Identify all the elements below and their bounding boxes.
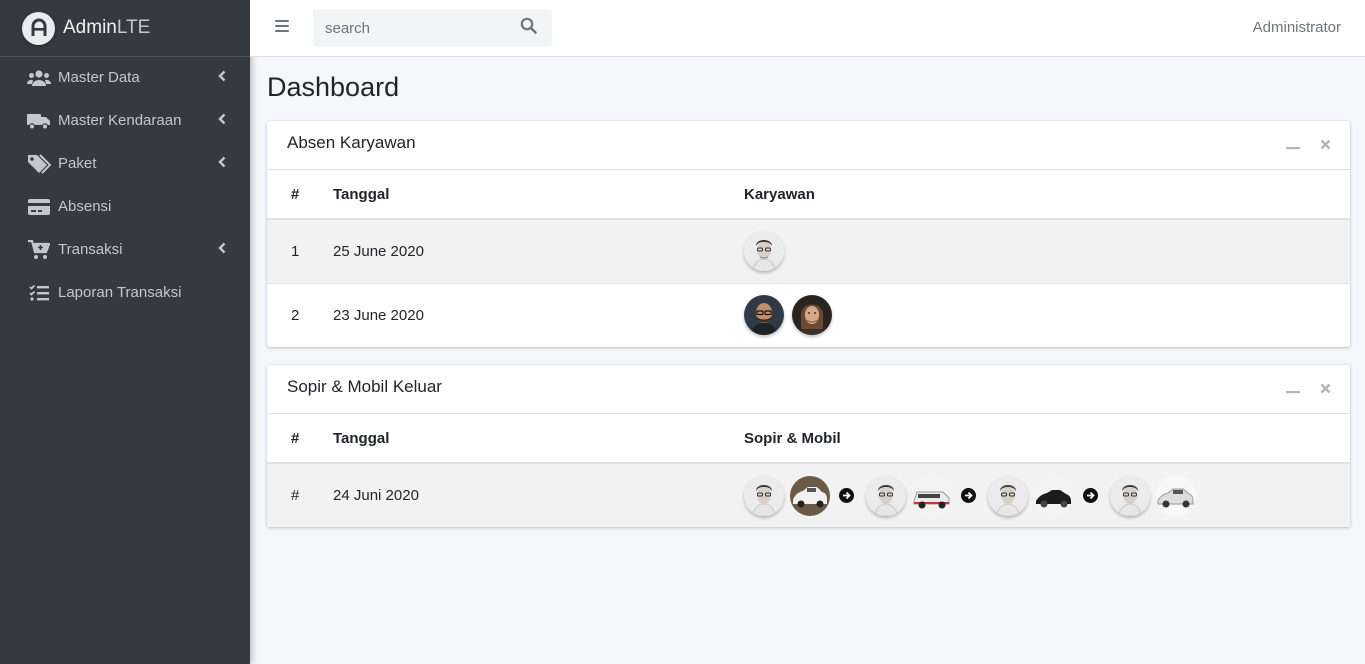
adminlte-logo-icon xyxy=(22,11,55,45)
sidebar-item-master-kendaraan[interactable]: Master Kendaraan xyxy=(0,99,250,142)
sidebar-nav: Master Data Master Kendaraan Paket Absen… xyxy=(0,56,250,314)
arrow-right-circle-icon xyxy=(1083,488,1098,503)
row-date: 24 Juni 2020 xyxy=(333,462,744,527)
sidebar-item-label: Master Data xyxy=(58,69,140,86)
search-button[interactable] xyxy=(508,9,548,47)
car-image[interactable] xyxy=(790,475,830,516)
tags-icon xyxy=(27,153,51,174)
column-header: Tanggal xyxy=(333,170,744,220)
column-header: Karyawan xyxy=(744,170,1350,220)
card-title: Absen Karyawan xyxy=(287,133,416,152)
search-form xyxy=(313,9,552,47)
table-row: 2 23 June 2020 xyxy=(267,282,1350,347)
card-header: Absen Karyawan xyxy=(267,121,1350,170)
top-navbar: Administrator xyxy=(250,0,1365,57)
brand-text: AdminLTE xyxy=(63,17,151,38)
remove-button[interactable] xyxy=(1317,138,1333,154)
sidebar-item-label: Absensi xyxy=(58,198,112,215)
absen-karyawan-card: Absen Karyawan # Tanggal Karyawan 1 25 J… xyxy=(267,121,1350,347)
car-image[interactable] xyxy=(1156,475,1196,516)
minus-icon xyxy=(1286,381,1300,399)
chevron-left-icon xyxy=(218,69,226,87)
table-row: # 24 Juni 2020 xyxy=(267,462,1350,527)
chevron-left-icon xyxy=(218,241,226,259)
driver-avatar[interactable] xyxy=(866,475,906,516)
main-sidebar: AdminLTE Master Data Master Kendaraan Pa… xyxy=(0,0,250,664)
menu-toggle-icon[interactable] xyxy=(275,20,289,34)
row-number: 1 xyxy=(267,218,333,283)
sopir-table: # Tanggal Sopir & Mobil # 24 Juni 2020 xyxy=(267,414,1350,527)
user-menu[interactable]: Administrator xyxy=(1253,19,1341,36)
column-header: # xyxy=(267,414,333,464)
column-header: Tanggal xyxy=(333,414,744,464)
row-number: 2 xyxy=(267,282,333,347)
table-row: 1 25 June 2020 xyxy=(267,218,1350,283)
sidebar-item-absensi[interactable]: Absensi xyxy=(0,185,250,228)
minus-icon xyxy=(1286,137,1300,155)
close-icon xyxy=(1320,381,1331,399)
brand-link[interactable]: AdminLTE xyxy=(0,0,250,57)
page-title: Dashboard xyxy=(267,72,400,102)
truck-icon xyxy=(27,111,51,131)
sidebar-item-label: Paket xyxy=(58,155,97,172)
cart-plus-icon xyxy=(27,239,51,260)
card-title: Sopir & Mobil Keluar xyxy=(287,377,442,396)
drivers-cars-cell xyxy=(744,462,1350,527)
column-header: # xyxy=(267,170,333,220)
absen-table: # Tanggal Karyawan 1 25 June 2020 2 23 J… xyxy=(267,170,1350,347)
arrow-right-circle-icon xyxy=(961,488,976,503)
sidebar-item-label: Master Kendaraan xyxy=(58,112,182,129)
sopir-mobil-card: Sopir & Mobil Keluar # Tanggal Sopir & M… xyxy=(267,365,1350,527)
tasks-icon xyxy=(27,283,51,303)
chevron-left-icon xyxy=(218,112,226,130)
car-image[interactable] xyxy=(912,475,952,516)
car-image[interactable] xyxy=(1034,475,1074,516)
employee-avatar[interactable] xyxy=(792,295,832,336)
sidebar-item-master-data[interactable]: Master Data xyxy=(0,56,250,99)
search-icon xyxy=(520,17,537,39)
employee-avatar[interactable] xyxy=(744,295,784,336)
collapse-button[interactable] xyxy=(1285,138,1301,154)
arrow-right-circle-icon xyxy=(839,488,854,503)
row-date: 23 June 2020 xyxy=(333,282,744,347)
card-header: Sopir & Mobil Keluar xyxy=(267,365,1350,414)
search-input[interactable] xyxy=(313,9,508,47)
row-date: 25 June 2020 xyxy=(333,218,744,283)
driver-avatar[interactable] xyxy=(744,475,784,516)
sidebar-item-transaksi[interactable]: Transaksi xyxy=(0,228,250,271)
sidebar-item-label: Transaksi xyxy=(58,241,123,258)
row-number: # xyxy=(267,462,333,527)
employees-cell xyxy=(744,218,1350,283)
chevron-left-icon xyxy=(218,155,226,173)
driver-avatar[interactable] xyxy=(988,475,1028,516)
employee-avatar[interactable] xyxy=(744,231,784,272)
sidebar-item-label: Laporan Transaksi xyxy=(58,284,182,301)
close-icon xyxy=(1320,137,1331,155)
credit-card-icon xyxy=(27,197,51,217)
remove-button[interactable] xyxy=(1317,382,1333,398)
sidebar-item-paket[interactable]: Paket xyxy=(0,142,250,185)
employees-cell xyxy=(744,282,1350,347)
column-header: Sopir & Mobil xyxy=(744,414,1350,464)
users-icon xyxy=(27,68,51,88)
collapse-button[interactable] xyxy=(1285,382,1301,398)
sidebar-item-laporan-transaksi[interactable]: Laporan Transaksi xyxy=(0,271,250,314)
driver-avatar[interactable] xyxy=(1110,475,1150,516)
